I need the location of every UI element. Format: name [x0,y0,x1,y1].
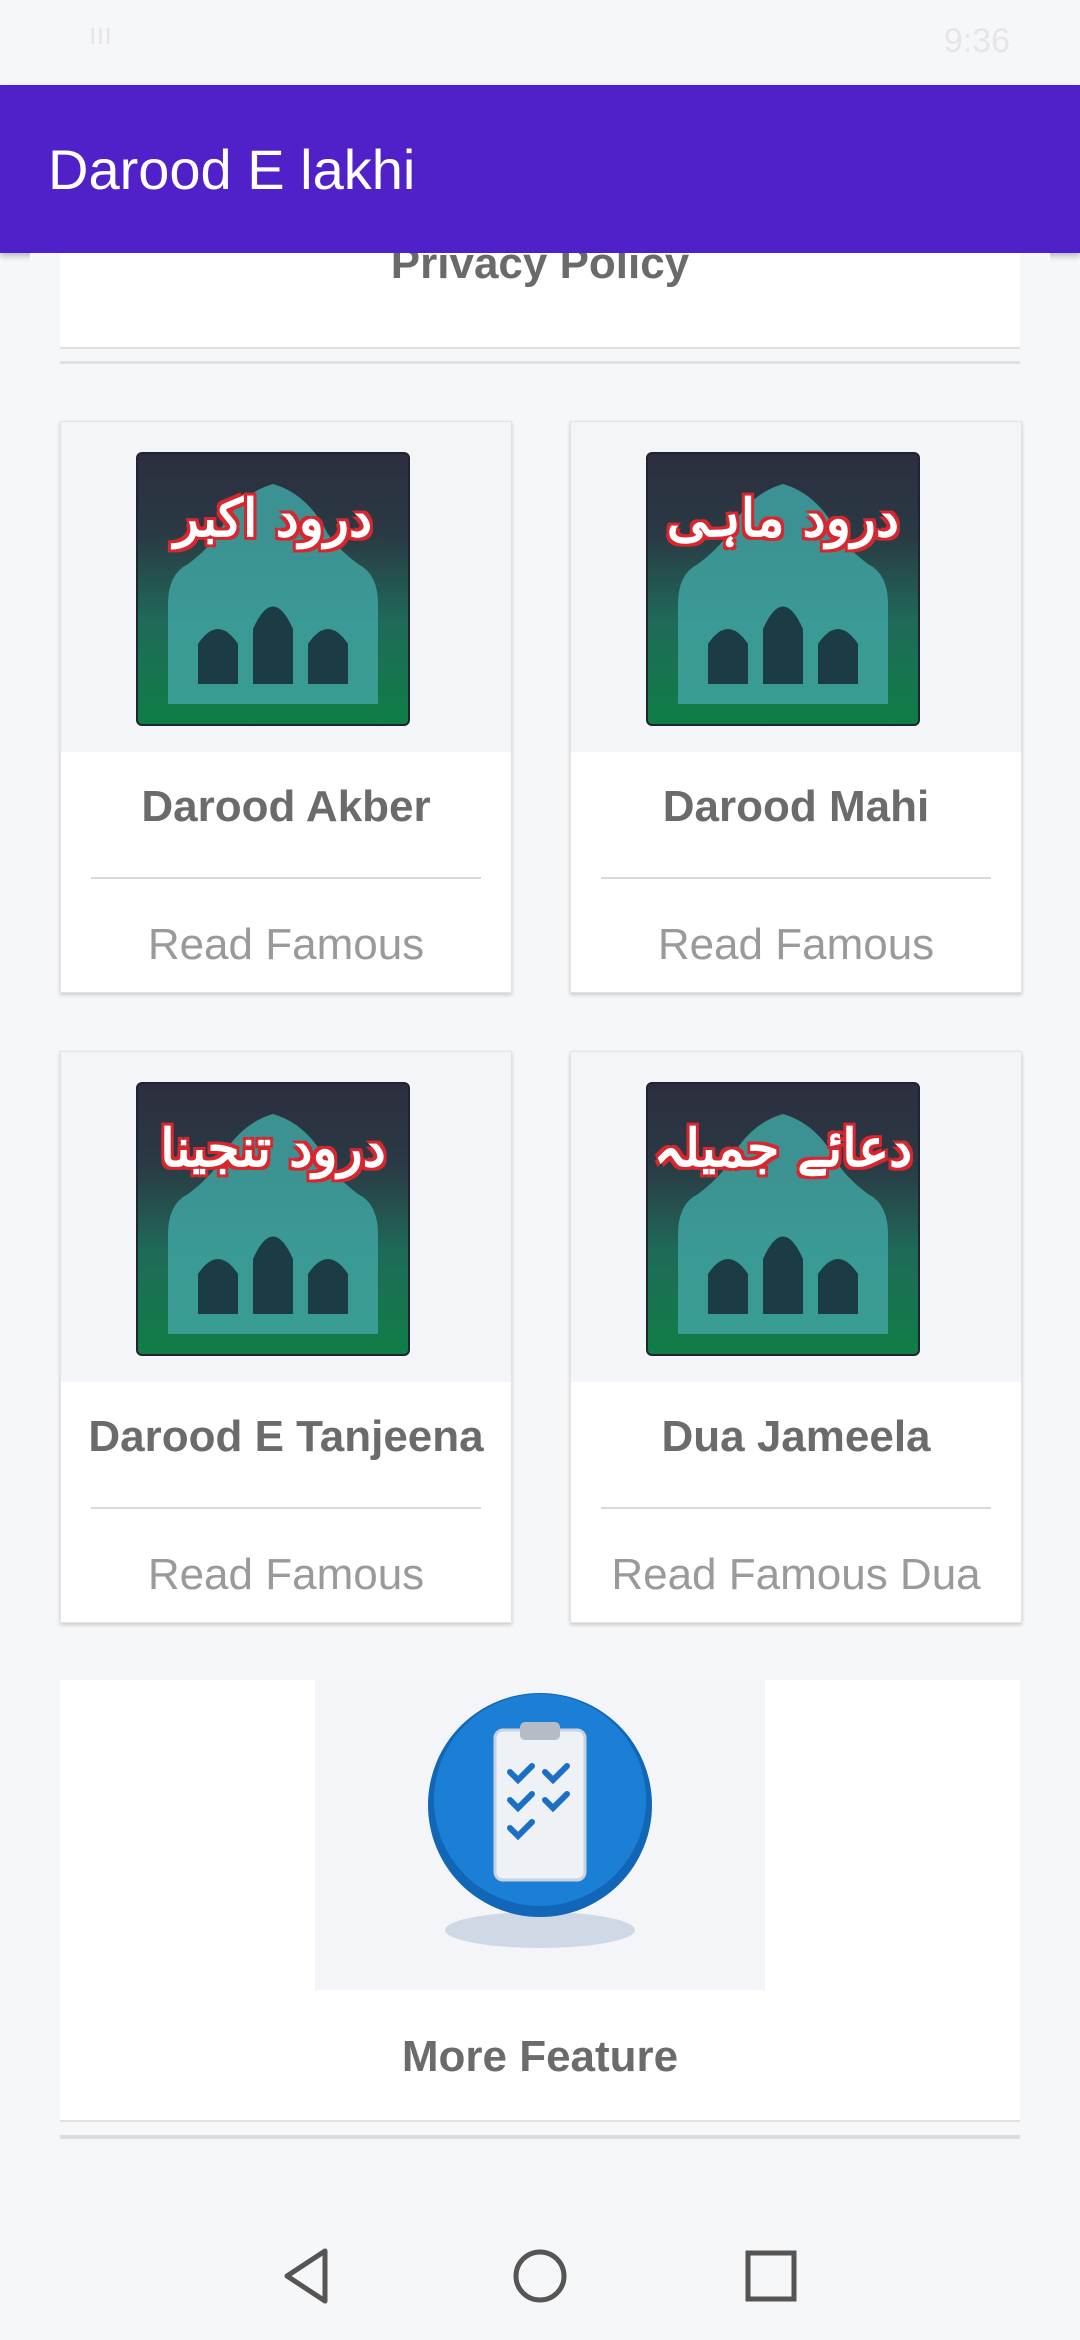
card-divider [91,877,481,879]
card-dua-jameela[interactable]: دعائے جمیلہ Dua Jameela Read Famous Dua [570,1051,1022,1623]
mosque-image: درود ماہی [646,452,920,726]
more-feature-card[interactable]: More Feature [60,1680,1020,2122]
app-title: Darood E lakhi [48,138,416,201]
card-image-text: دعائے جمیلہ [653,1118,913,1179]
more-feature-thumbnail [315,1680,765,1990]
card-thumbnail: درود تنجینا [61,1052,511,1382]
clipboard-checklist-icon [428,1693,652,1948]
card-title: Darood Mahi [662,782,930,831]
privacy-policy-card[interactable]: Privacy Policy [60,253,1020,349]
card-subtitle: Read Famous [147,920,425,969]
card-title: Dua Jameela [661,1412,931,1461]
card-title: Darood Akber [141,782,431,831]
card-title: Darood E Tanjeena [88,1412,484,1461]
card-divider [601,1507,991,1509]
card-subtitle: Read Famous [147,1550,425,1599]
mosque-image: درود اکبر [136,452,410,726]
mosque-image: درود تنجینا [136,1082,410,1356]
card-thumbnail: درود ماہی [571,422,1021,752]
privacy-policy-label: Privacy Policy [390,253,690,288]
home-icon[interactable] [507,2243,573,2309]
card-image-text: درود ماہی [666,488,900,549]
card-subtitle: Read Famous [657,920,935,969]
recents-icon[interactable] [738,2243,804,2309]
app-bar: Darood E lakhi [0,85,1080,253]
card-subtitle: Read Famous Dua [611,1550,981,1599]
divider [60,2135,1020,2139]
content-scroll[interactable]: Privacy Policy درود اکبر Darood Akber Re… [30,253,1050,2213]
back-icon[interactable] [275,2243,341,2309]
card-image-text: درود تنجینا [160,1118,386,1179]
mosque-image: دعائے جمیلہ [646,1082,920,1356]
card-darood-e-tanjeena[interactable]: درود تنجینا Darood E Tanjeena Read Famou… [60,1051,512,1623]
signal-icon: ᴵᴵᴵ [90,22,114,60]
more-feature-title: More Feature [401,2032,679,2081]
card-thumbnail: درود اکبر [61,422,511,752]
navigation-bar [0,2213,1080,2340]
card-divider [601,877,991,879]
divider [60,361,1020,364]
status-bar: ᴵᴵᴵ 9:36 [0,0,1080,85]
card-image-text: درود اکبر [173,488,373,549]
card-darood-akber[interactable]: درود اکبر Darood Akber Read Famous [60,421,512,993]
card-divider [91,1507,481,1509]
card-thumbnail: دعائے جمیلہ [571,1052,1021,1382]
status-time: 9:36 [943,22,1010,60]
card-darood-mahi[interactable]: درود ماہی Darood Mahi Read Famous [570,421,1022,993]
